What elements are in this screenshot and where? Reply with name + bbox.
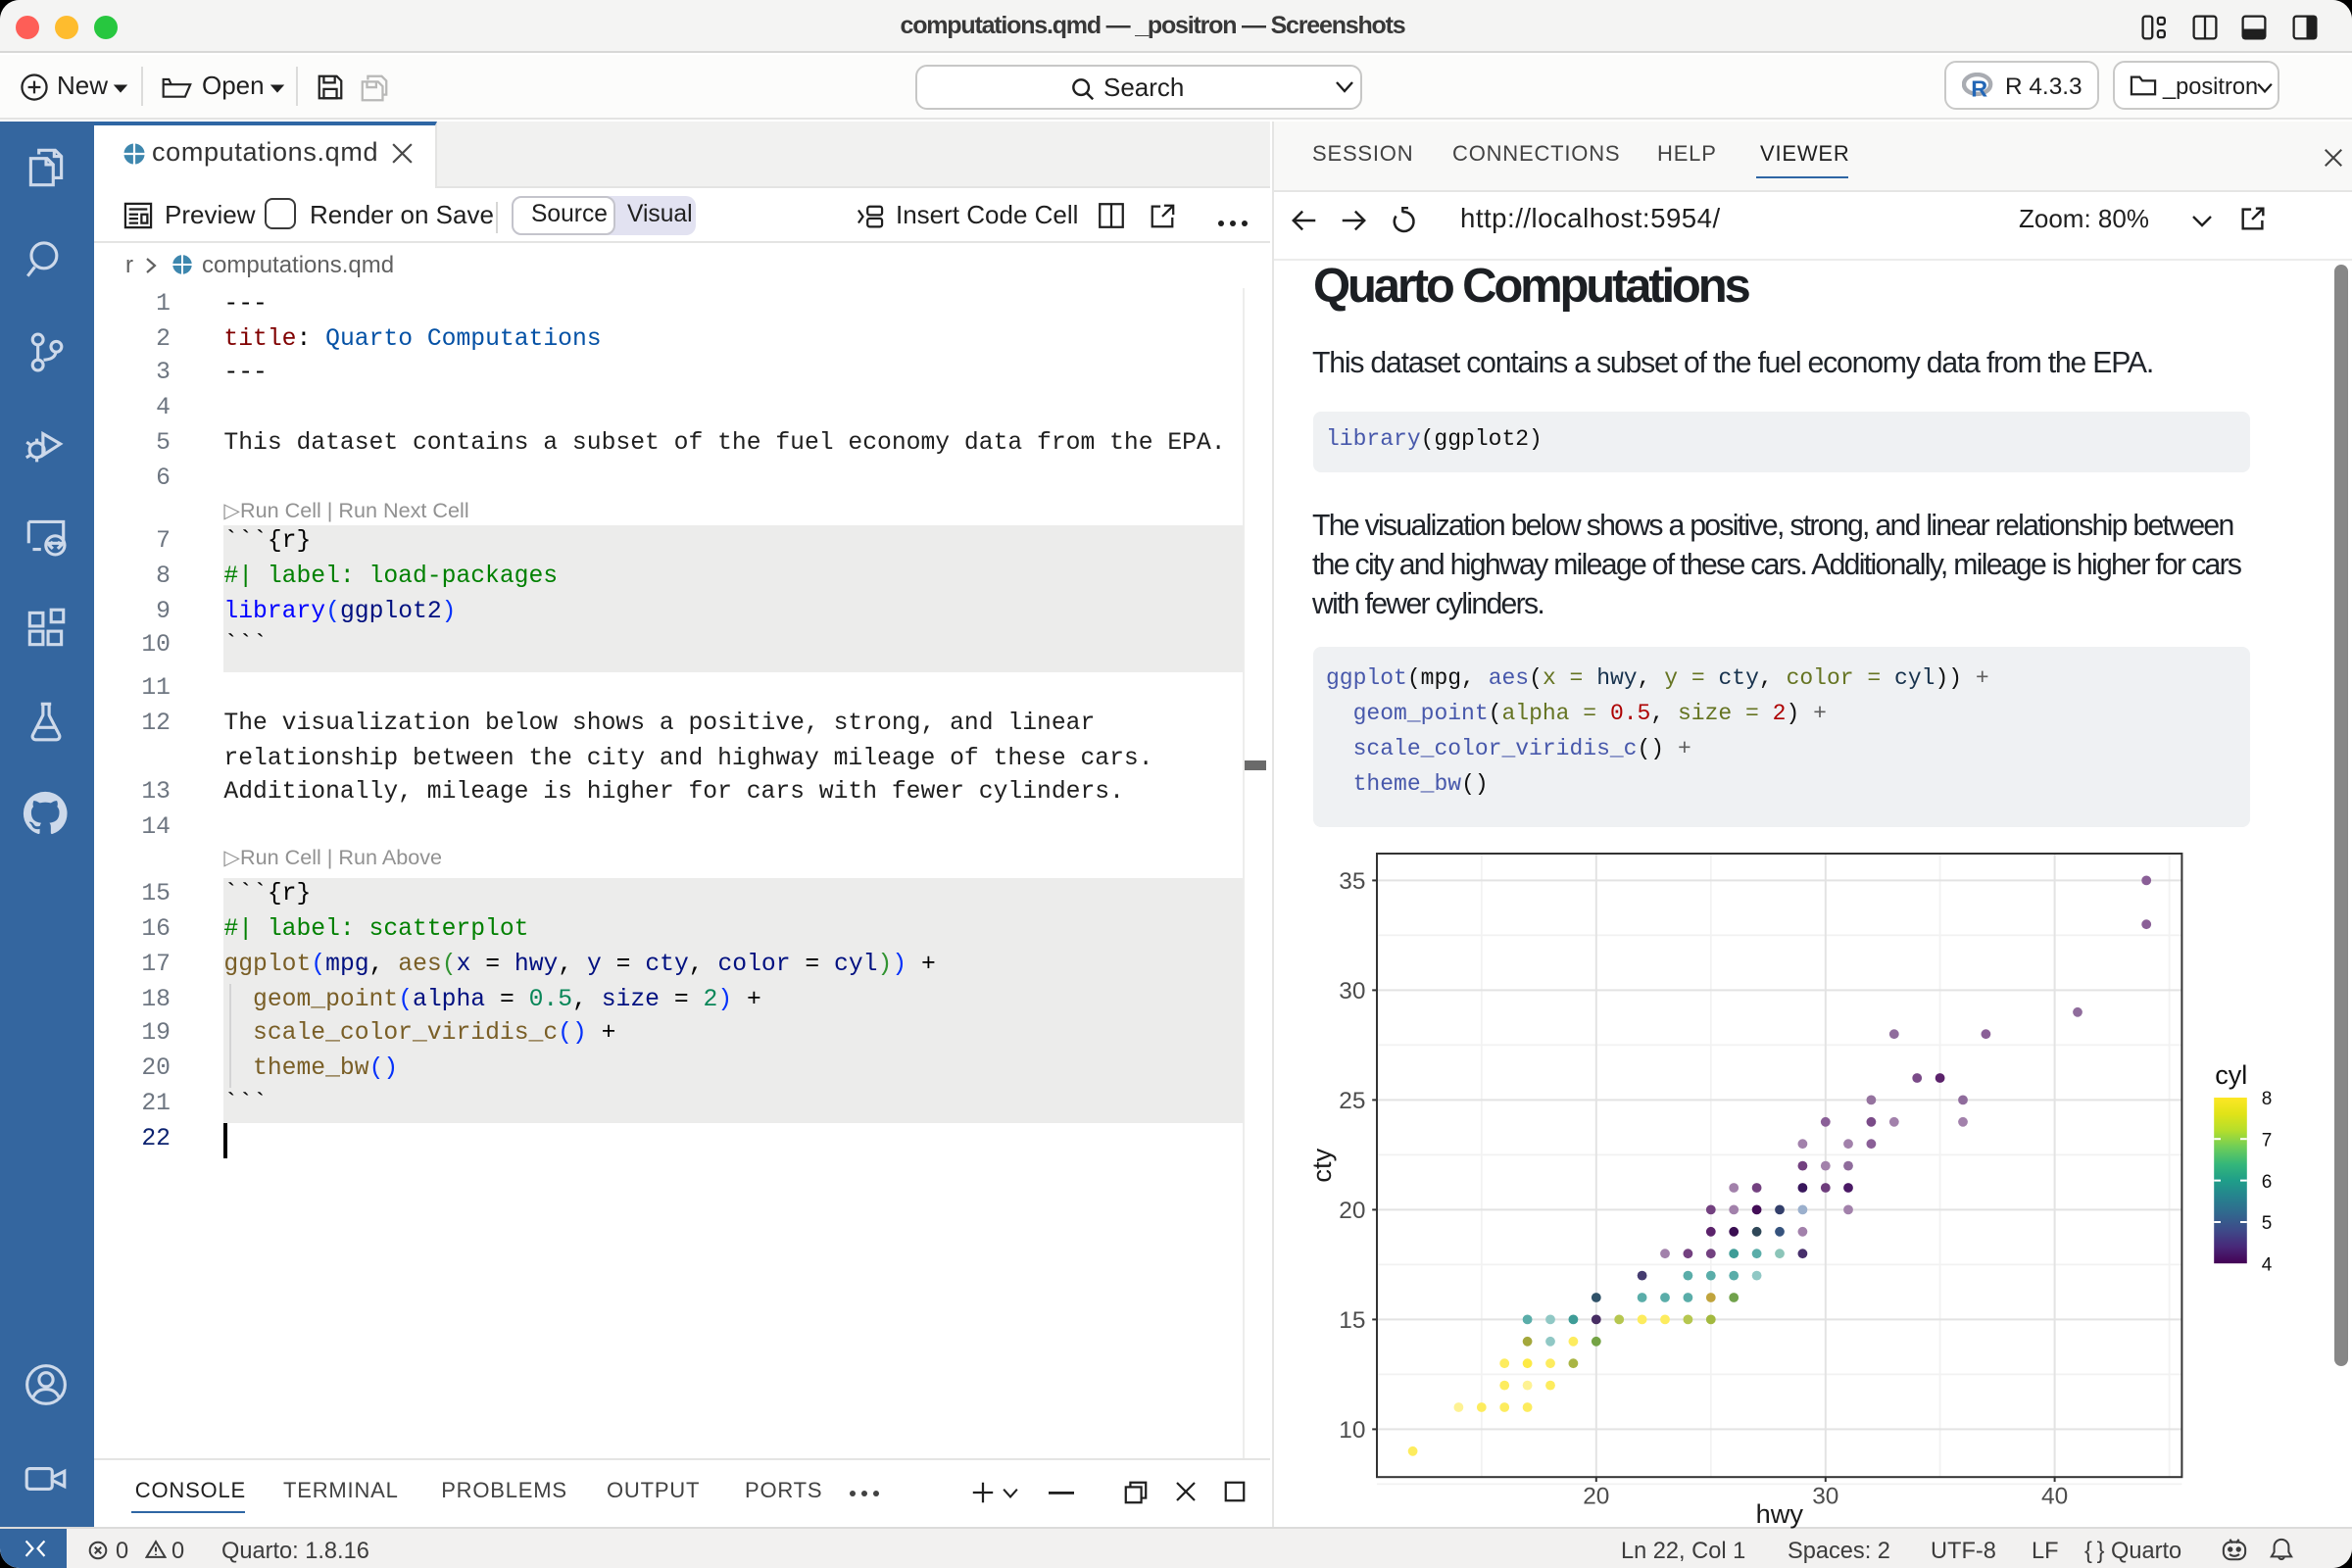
svg-text:cty: cty [1306, 1148, 1337, 1182]
svg-text:25: 25 [1339, 1088, 1365, 1114]
svg-text:30: 30 [1339, 978, 1365, 1004]
svg-text:15: 15 [1339, 1307, 1365, 1334]
svg-text:8: 8 [2262, 1089, 2273, 1109]
svg-text:hwy: hwy [1756, 1498, 1804, 1529]
svg-text:10: 10 [1339, 1417, 1365, 1444]
svg-text:cyl: cyl [2215, 1060, 2247, 1090]
svg-text:40: 40 [2041, 1484, 2068, 1510]
svg-text:7: 7 [2262, 1131, 2273, 1152]
svg-text:20: 20 [1583, 1484, 1609, 1510]
svg-text:30: 30 [1812, 1484, 1838, 1510]
svg-text:35: 35 [1339, 868, 1365, 895]
svg-text:4: 4 [2262, 1254, 2273, 1275]
svg-text:5: 5 [2262, 1213, 2273, 1234]
svg-text:20: 20 [1339, 1198, 1365, 1224]
svg-text:6: 6 [2262, 1172, 2273, 1193]
